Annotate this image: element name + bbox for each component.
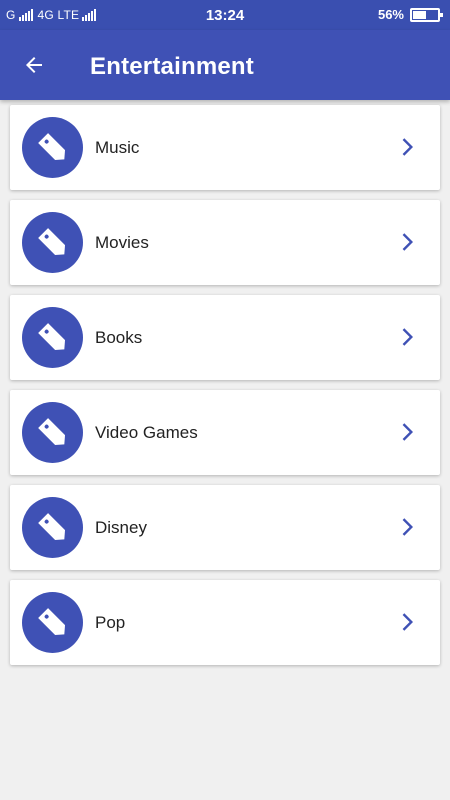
battery-icon <box>410 7 443 22</box>
category-item-pop[interactable]: Pop <box>10 580 440 665</box>
category-avatar <box>22 497 83 558</box>
chevron-right-icon[interactable] <box>394 230 418 254</box>
chevron-right-icon[interactable] <box>394 610 418 634</box>
status-bar: G 4G LTE 13:24 56% <box>0 0 450 30</box>
category-item-music[interactable]: Music <box>10 105 440 190</box>
category-item-books[interactable]: Books <box>10 295 440 380</box>
category-avatar <box>22 212 83 273</box>
battery-percentage: 56% <box>377 7 404 22</box>
chevron-right-icon[interactable] <box>394 515 418 539</box>
category-label: Movies <box>95 233 149 252</box>
arrow-left-icon <box>26 57 42 73</box>
battery-area: 56% <box>377 7 443 22</box>
chevron-right-icon[interactable] <box>394 420 418 444</box>
tag-icon <box>37 322 65 350</box>
back-button[interactable] <box>14 45 54 85</box>
app-bar: Entertainment <box>0 30 450 100</box>
tag-icon <box>37 512 65 540</box>
tag-icon <box>37 132 65 160</box>
category-label: Video Games <box>95 423 198 442</box>
tag-icon <box>37 417 65 445</box>
category-item-movies[interactable]: Movies <box>10 200 440 285</box>
category-label: Pop <box>95 613 126 632</box>
category-avatar <box>22 117 83 178</box>
category-item-video-games[interactable]: Video Games <box>10 390 440 475</box>
category-label: Books <box>95 328 143 347</box>
tag-icon <box>37 227 65 255</box>
category-label: Music <box>95 138 140 157</box>
chevron-right-icon[interactable] <box>394 325 418 349</box>
category-label: Disney <box>95 518 147 537</box>
page-title: Entertainment <box>90 53 254 80</box>
category-avatar <box>22 307 83 368</box>
category-avatar <box>22 402 83 463</box>
category-avatar <box>22 592 83 653</box>
chevron-right-icon[interactable] <box>394 135 418 159</box>
tag-icon <box>37 607 65 635</box>
category-item-disney[interactable]: Disney <box>10 485 440 570</box>
category-list: Music Movies Books Video Games Disney Po… <box>10 105 440 675</box>
